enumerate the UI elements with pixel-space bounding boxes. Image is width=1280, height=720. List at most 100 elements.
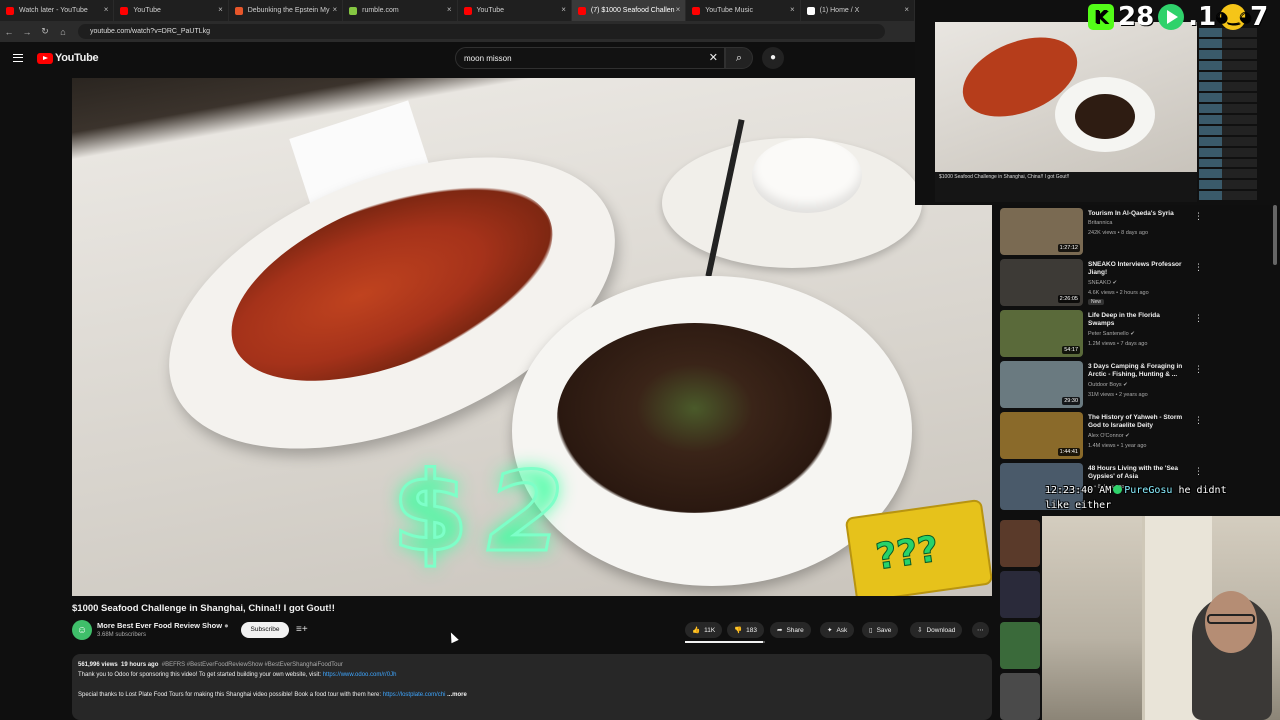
like-button[interactable]: 👍 11K bbox=[685, 622, 723, 638]
clear-search-icon[interactable]: ✕ bbox=[709, 51, 718, 64]
recommendation-item[interactable]: 1:44:41 The History of Yahweh - Storm God… bbox=[1000, 412, 1210, 460]
new-badge: New bbox=[1088, 299, 1105, 305]
preview-thumb bbox=[1199, 38, 1257, 48]
tab-label: Watch later - YouTube bbox=[19, 7, 88, 14]
recommendation-channel[interactable]: Peter Santenello ✔ bbox=[1088, 331, 1135, 337]
tab-close-icon[interactable]: × bbox=[447, 5, 452, 14]
recommendation-menu-icon[interactable]: ⋮ bbox=[1194, 466, 1203, 477]
tab-label: YouTube bbox=[476, 7, 505, 14]
browser-tab[interactable]: (7) $1000 Seafood Challen × bbox=[571, 0, 687, 21]
voice-search-button[interactable]: ● bbox=[762, 47, 784, 69]
home-icon[interactable]: ⌂ bbox=[54, 27, 72, 37]
ask-button[interactable]: ✦ Ask bbox=[820, 622, 855, 638]
share-button[interactable]: ➦ Share bbox=[770, 622, 811, 638]
save-button[interactable]: ▯ Save bbox=[862, 622, 899, 638]
recommendation-thumbnail[interactable]: 29:30 bbox=[1000, 361, 1083, 408]
subscribe-button[interactable]: Subscribe bbox=[241, 622, 289, 638]
browser-tab[interactable]: (1) Home / X × bbox=[801, 0, 915, 21]
recommendation-item[interactable]: 1:27:12 Tourism In Al-Qaeda's Syria Britan… bbox=[1000, 208, 1210, 256]
recommendation-item[interactable]: 2:26:05 SNEAKO Interviews Professor Jiang… bbox=[1000, 259, 1210, 307]
menu-icon[interactable] bbox=[13, 54, 23, 62]
scrollbar[interactable] bbox=[1273, 205, 1277, 265]
forward-icon[interactable]: → bbox=[18, 27, 36, 37]
video-description[interactable]: 561,996 views 19 hours ago #BEFRS #BestE… bbox=[72, 654, 992, 720]
recommendation-channel[interactable]: Alex O'Connor ✔ bbox=[1088, 433, 1130, 439]
video-player[interactable]: $ 2 ??? bbox=[72, 78, 992, 596]
tab-close-icon[interactable]: × bbox=[790, 5, 795, 14]
playlist-add-icon[interactable]: ≡+ bbox=[296, 624, 308, 635]
download-button[interactable]: ⇩ Download bbox=[910, 622, 963, 638]
recommendation-thumbnail[interactable]: 2:26:05 bbox=[1000, 259, 1083, 306]
recommendation-channel-name: Alex O'Connor bbox=[1088, 433, 1124, 439]
tab-close-icon[interactable]: × bbox=[561, 5, 566, 14]
recommendation-thumb[interactable] bbox=[1000, 622, 1040, 669]
bookmark-icon: ▯ bbox=[869, 627, 873, 634]
recommendation-menu-icon[interactable]: ⋮ bbox=[1194, 262, 1203, 273]
recommendation-channel[interactable]: SNEAKO ✔ bbox=[1088, 280, 1117, 286]
noodles bbox=[557, 323, 832, 513]
recommendation-thumb[interactable] bbox=[1000, 673, 1040, 720]
sponsor-link[interactable]: https://www.odoo.com/r/0Jh bbox=[323, 672, 397, 678]
url-field[interactable]: youtube.com/watch?v=DRC_PaUTLkg bbox=[78, 24, 885, 39]
tour-link[interactable]: https://lostplate.com/chi bbox=[383, 692, 446, 698]
browser-tab[interactable]: Debunking the Epstein My × bbox=[229, 0, 344, 21]
search-icon: ⌕ bbox=[735, 52, 743, 64]
recommendation-title[interactable]: Tourism In Al-Qaeda's Syria bbox=[1088, 210, 1188, 218]
browser-tab[interactable]: YouTube Music × bbox=[686, 0, 801, 21]
recommendation-menu-icon[interactable]: ⋮ bbox=[1194, 415, 1203, 426]
dislike-button[interactable]: 👎 183 bbox=[727, 622, 764, 638]
browser-tab[interactable]: YouTube × bbox=[458, 0, 572, 21]
recommendation-channel[interactable]: Britannica bbox=[1088, 220, 1112, 226]
recommendation-menu-icon[interactable]: ⋮ bbox=[1194, 313, 1203, 324]
browser-tab[interactable]: rumble.com × bbox=[343, 0, 458, 21]
recommendation-channel[interactable]: Outdoor Boys ✔ bbox=[1088, 382, 1128, 388]
recommendation-menu-icon[interactable]: ⋮ bbox=[1194, 211, 1203, 222]
tab-close-icon[interactable]: × bbox=[904, 5, 909, 14]
sponsor-text: Thank you to Odoo for sponsoring this vi… bbox=[78, 672, 322, 678]
video-duration: 1:27:12 bbox=[1057, 244, 1080, 252]
recommendation-thumbnail[interactable]: 1:44:41 bbox=[1000, 412, 1083, 459]
recommendation-menu-icon[interactable]: ⋮ bbox=[1194, 364, 1203, 375]
description-line-2: Special thanks to Lost Plate Food Tours … bbox=[78, 690, 986, 700]
recommendation-thumbnail[interactable]: 1:27:12 bbox=[1000, 208, 1083, 255]
preview-thumb bbox=[1199, 93, 1257, 103]
search-button[interactable]: ⌕ bbox=[725, 47, 753, 69]
download-label: Download bbox=[926, 626, 956, 634]
preview-thumb bbox=[1199, 104, 1257, 113]
video-duration: 54:17 bbox=[1062, 346, 1080, 354]
recommendation-thumb[interactable] bbox=[1000, 571, 1040, 618]
browser-tab[interactable]: YouTube × bbox=[114, 0, 229, 21]
youtube-logo[interactable]: YouTube bbox=[37, 52, 99, 64]
description-hashtags[interactable]: #BEFRS #BestEverFoodReviewShow #BestEver… bbox=[162, 662, 343, 668]
preview-thumb bbox=[1199, 158, 1257, 168]
browser-tab[interactable]: Watch later - YouTube × bbox=[0, 0, 115, 21]
show-more-button[interactable]: ...more bbox=[447, 692, 467, 698]
recommendation-title[interactable]: SNEAKO Interviews Professor Jiang! bbox=[1088, 261, 1188, 277]
search-input[interactable]: moon misson ✕ bbox=[455, 47, 725, 69]
counter-1: 28 bbox=[1118, 2, 1155, 32]
recommendation-item[interactable]: 54:17 Life Deep in the Florida Swamps Pete… bbox=[1000, 310, 1210, 358]
channel-name[interactable]: More Best Ever Food Review Show ● bbox=[97, 621, 229, 630]
recommendation-title[interactable]: The History of Yahweh - Storm God to Isr… bbox=[1088, 414, 1188, 430]
channel-avatar[interactable]: ☺ bbox=[72, 620, 92, 640]
tab-close-icon[interactable]: × bbox=[104, 5, 109, 14]
streamer-glasses bbox=[1207, 614, 1255, 624]
like-ratio-bar bbox=[685, 641, 765, 643]
tab-close-icon[interactable]: × bbox=[218, 5, 223, 14]
url-text: youtube.com/watch?v=DRC_PaUTLkg bbox=[90, 28, 211, 35]
more-actions-button[interactable]: ⋯ bbox=[972, 622, 989, 638]
price-value: 2 bbox=[486, 447, 566, 578]
back-icon[interactable]: ← bbox=[0, 27, 18, 37]
recommendation-item[interactable]: 29:30 3 Days Camping & Foraging in Arctic… bbox=[1000, 361, 1210, 409]
reload-icon[interactable]: ↻ bbox=[36, 26, 54, 37]
recommendation-thumbnail[interactable]: 54:17 bbox=[1000, 310, 1083, 357]
microphone-icon: ● bbox=[769, 52, 777, 63]
tab-close-icon[interactable]: × bbox=[332, 5, 337, 14]
recommendation-title[interactable]: Life Deep in the Florida Swamps bbox=[1088, 312, 1188, 328]
recommendation-title[interactable]: 3 Days Camping & Foraging in Arctic - Fi… bbox=[1088, 363, 1188, 379]
preview-thumb bbox=[1199, 147, 1257, 157]
recommendation-thumb[interactable] bbox=[1000, 520, 1040, 567]
recommendation-title[interactable]: 48 Hours Living with the 'Sea Gypsies' o… bbox=[1088, 465, 1188, 481]
tab-close-icon[interactable]: × bbox=[676, 5, 681, 14]
dislike-count: 183 bbox=[746, 626, 757, 634]
